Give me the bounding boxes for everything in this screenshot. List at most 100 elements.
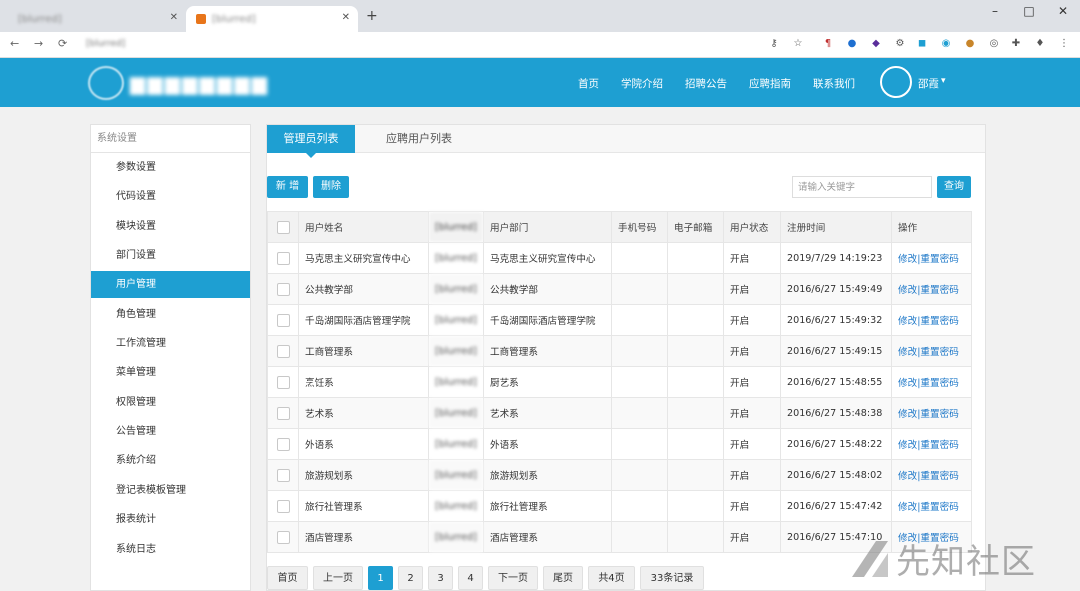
sidebar-item-params[interactable]: 参数设置 xyxy=(91,154,250,181)
page-1[interactable]: 1 xyxy=(368,566,393,590)
close-window-icon[interactable]: ✕ xyxy=(1048,4,1078,18)
menu-icon[interactable]: ⋮ xyxy=(1058,38,1070,50)
sidebar-item-roles[interactable]: 角色管理 xyxy=(91,301,250,328)
site-logo[interactable]: ▆▆▆▆▆▆▆▆ xyxy=(88,66,269,100)
extension-icon[interactable]: ● xyxy=(846,38,858,50)
row-checkbox[interactable] xyxy=(267,273,299,305)
row-checkbox[interactable] xyxy=(267,366,299,398)
tab-applicant-list[interactable]: 应聘用户列表 xyxy=(371,125,467,153)
nav-recruitment[interactable]: 招聘公告 xyxy=(685,76,727,91)
sidebar-item-users[interactable]: 用户管理 xyxy=(91,271,250,298)
reset-password-link[interactable]: 重置密码 xyxy=(920,254,958,265)
avatar[interactable] xyxy=(880,66,912,98)
new-tab-icon[interactable]: + xyxy=(366,8,378,24)
cookie-icon[interactable]: ● xyxy=(964,38,976,50)
browser-tab[interactable]: [blurred] ✕ xyxy=(8,6,186,32)
extension-icon[interactable]: ◉ xyxy=(940,38,952,50)
edit-link[interactable]: 修改 xyxy=(898,347,917,358)
extension-icon[interactable]: ◎ xyxy=(988,38,1000,50)
page-3[interactable]: 3 xyxy=(428,566,453,590)
edit-link[interactable]: 修改 xyxy=(898,502,917,513)
chevron-down-icon[interactable]: ▾ xyxy=(941,76,946,86)
reset-password-link[interactable]: 重置密码 xyxy=(920,502,958,513)
checkbox-box[interactable] xyxy=(276,344,290,358)
edit-link[interactable]: 修改 xyxy=(898,285,917,296)
delete-button[interactable]: 删除 xyxy=(313,176,349,198)
extension-icon[interactable]: ◆ xyxy=(870,38,882,50)
reset-password-link[interactable]: 重置密码 xyxy=(920,471,958,482)
username[interactable]: 邵霞 xyxy=(918,76,939,91)
checkbox-box[interactable] xyxy=(276,220,290,234)
close-tab-icon[interactable]: ✕ xyxy=(170,12,178,23)
checkbox-box[interactable] xyxy=(276,282,290,296)
checkbox-box[interactable] xyxy=(276,437,290,451)
puzzle-icon[interactable]: ✚ xyxy=(1010,38,1022,50)
close-tab-icon[interactable]: ✕ xyxy=(342,12,350,23)
sidebar-item-system-intro[interactable]: 系统介绍 xyxy=(91,447,250,474)
sidebar-item-codes[interactable]: 代码设置 xyxy=(91,183,250,210)
back-icon[interactable]: ← xyxy=(10,37,19,50)
extension-icon[interactable]: ♦ xyxy=(1034,38,1046,50)
gear-icon[interactable]: ⚙ xyxy=(894,38,906,50)
address-bar[interactable]: [blurred] xyxy=(86,39,125,49)
edit-link[interactable]: 修改 xyxy=(898,254,917,265)
checkbox-box[interactable] xyxy=(276,313,290,327)
sidebar-item-logs[interactable]: 系统日志 xyxy=(91,536,250,563)
sidebar-item-reports[interactable]: 报表统计 xyxy=(91,506,250,533)
edit-link[interactable]: 修改 xyxy=(898,409,917,420)
star-icon[interactable]: ☆ xyxy=(792,38,804,50)
nav-apply-guide[interactable]: 应聘指南 xyxy=(749,76,791,91)
row-checkbox[interactable] xyxy=(267,397,299,429)
select-all-checkbox[interactable] xyxy=(267,211,299,243)
checkbox-box[interactable] xyxy=(276,499,290,513)
sidebar-item-announcements[interactable]: 公告管理 xyxy=(91,418,250,445)
row-checkbox[interactable] xyxy=(267,428,299,460)
minimize-icon[interactable]: – xyxy=(980,4,1010,18)
page-prev[interactable]: 上一页 xyxy=(313,566,363,590)
checkbox-box[interactable] xyxy=(276,251,290,265)
sidebar-item-form-templates[interactable]: 登记表模板管理 xyxy=(91,477,250,504)
page-4[interactable]: 4 xyxy=(458,566,483,590)
forward-icon[interactable]: → xyxy=(34,37,43,50)
reload-icon[interactable]: ⟳ xyxy=(58,37,67,50)
reset-password-link[interactable]: 重置密码 xyxy=(920,347,958,358)
row-checkbox[interactable] xyxy=(267,304,299,336)
browser-tab-active[interactable]: [blurred] ✕ xyxy=(186,6,358,32)
edit-link[interactable]: 修改 xyxy=(898,378,917,389)
maximize-icon[interactable]: □ xyxy=(1014,4,1044,18)
sidebar-item-departments[interactable]: 部门设置 xyxy=(91,242,250,269)
add-button[interactable]: 新 增 xyxy=(267,176,308,198)
extension-icon[interactable]: ◼ xyxy=(916,38,928,50)
reset-password-link[interactable]: 重置密码 xyxy=(920,440,958,451)
sidebar-item-modules[interactable]: 模块设置 xyxy=(91,213,250,240)
sidebar-item-menus[interactable]: 菜单管理 xyxy=(91,359,250,386)
page-first[interactable]: 首页 xyxy=(267,566,308,590)
row-checkbox[interactable] xyxy=(267,521,299,553)
row-checkbox[interactable] xyxy=(267,490,299,522)
reset-password-link[interactable]: 重置密码 xyxy=(920,378,958,389)
reset-password-link[interactable]: 重置密码 xyxy=(920,409,958,420)
tab-admin-list[interactable]: 管理员列表 xyxy=(267,125,355,158)
search-input[interactable] xyxy=(792,176,932,198)
edit-link[interactable]: 修改 xyxy=(898,440,917,451)
extension-icon[interactable]: ¶ xyxy=(822,38,834,50)
page-2[interactable]: 2 xyxy=(398,566,423,590)
page-next[interactable]: 下一页 xyxy=(488,566,538,590)
page-last[interactable]: 尾页 xyxy=(543,566,583,590)
row-checkbox[interactable] xyxy=(267,335,299,367)
row-checkbox[interactable] xyxy=(267,459,299,491)
edit-link[interactable]: 修改 xyxy=(898,471,917,482)
sidebar-item-workflow[interactable]: 工作流管理 xyxy=(91,330,250,357)
search-button[interactable]: 查询 xyxy=(937,176,971,198)
reset-password-link[interactable]: 重置密码 xyxy=(920,316,958,327)
nav-college-intro[interactable]: 学院介绍 xyxy=(621,76,663,91)
row-checkbox[interactable] xyxy=(267,242,299,274)
nav-contact[interactable]: 联系我们 xyxy=(813,76,855,91)
sidebar-item-permissions[interactable]: 权限管理 xyxy=(91,389,250,416)
reset-password-link[interactable]: 重置密码 xyxy=(920,285,958,296)
checkbox-box[interactable] xyxy=(276,468,290,482)
edit-link[interactable]: 修改 xyxy=(898,316,917,327)
checkbox-box[interactable] xyxy=(276,375,290,389)
nav-home[interactable]: 首页 xyxy=(578,76,599,91)
key-icon[interactable]: ⚷ xyxy=(768,38,780,50)
